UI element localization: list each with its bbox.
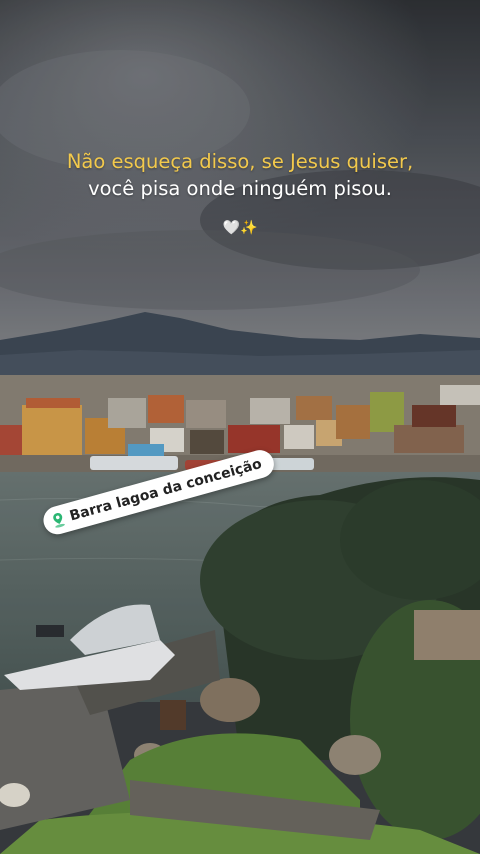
caption-line-body: você pisa onde ninguém pisou.	[88, 177, 392, 200]
map-pin-icon	[53, 513, 65, 528]
background-photo	[0, 0, 480, 854]
caption-emoji: 🤍✨	[222, 220, 258, 236]
video-frame: Não esqueça disso, se Jesus quiser, você…	[0, 0, 480, 854]
caption: Não esqueça disso, se Jesus quiser, você…	[0, 148, 480, 238]
caption-line-highlight: Não esqueça disso, se Jesus quiser,	[66, 150, 414, 173]
